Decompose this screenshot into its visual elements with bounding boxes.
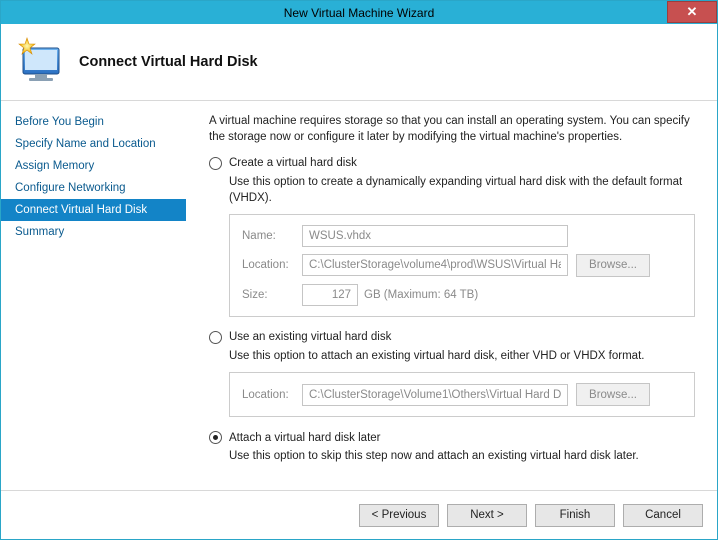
radio-attach-later[interactable] — [209, 431, 222, 444]
row-size: Size: GB (Maximum: 64 TB) — [242, 284, 682, 306]
option-attach-later-title: Attach a virtual hard disk later — [229, 432, 381, 444]
page-title: Connect Virtual Hard Disk — [79, 54, 258, 70]
option-create-vhd-title: Create a virtual hard disk — [229, 157, 357, 169]
sidebar-item-before-you-begin[interactable]: Before You Begin — [1, 111, 186, 133]
option-create-vhd-desc: Use this option to create a dynamically … — [229, 174, 695, 206]
radio-use-existing[interactable] — [209, 331, 222, 344]
option-use-existing-desc: Use this option to attach an existing vi… — [229, 348, 695, 364]
label-name: Name: — [242, 230, 302, 242]
option-use-existing-title: Use an existing virtual hard disk — [229, 331, 391, 343]
close-icon: ✕ — [687, 4, 698, 20]
option-attach-later-desc: Use this option to skip this step now an… — [229, 448, 695, 464]
label-size: Size: — [242, 289, 302, 301]
option-create-vhd-head[interactable]: Create a virtual hard disk — [209, 157, 695, 170]
radio-create-vhd[interactable] — [209, 157, 222, 170]
wizard-header: Connect Virtual Hard Disk — [1, 24, 717, 100]
sidebar-item-configure-networking[interactable]: Configure Networking — [1, 177, 186, 199]
content-panel: A virtual machine requires storage so th… — [187, 101, 717, 491]
size-suffix: GB (Maximum: 64 TB) — [364, 289, 478, 301]
option-attach-later-head[interactable]: Attach a virtual hard disk later — [209, 431, 695, 444]
window-title: New Virtual Machine Wizard — [284, 6, 435, 20]
input-vhd-location[interactable] — [302, 254, 568, 276]
input-vhd-size[interactable] — [302, 284, 358, 306]
option-attach-later: Attach a virtual hard disk later Use thi… — [209, 431, 695, 464]
input-vhd-name[interactable] — [302, 225, 568, 247]
option-use-existing-head[interactable]: Use an existing virtual hard disk — [209, 331, 695, 344]
browse-create-button[interactable]: Browse... — [576, 254, 650, 277]
finish-button[interactable]: Finish — [535, 504, 615, 527]
sidebar-item-assign-memory[interactable]: Assign Memory — [1, 155, 186, 177]
wizard-footer: < Previous Next > Finish Cancel — [1, 490, 717, 539]
next-button[interactable]: Next > — [447, 504, 527, 527]
existing-vhd-form: Location: Browse... — [229, 372, 695, 417]
create-vhd-form: Name: Location: Browse... Size: GB (Maxi… — [229, 214, 695, 317]
cancel-button[interactable]: Cancel — [623, 504, 703, 527]
wizard-body: Before You Begin Specify Name and Locati… — [1, 101, 717, 491]
row-location: Location: Browse... — [242, 254, 682, 277]
monitor-icon — [15, 36, 67, 88]
option-create-vhd: Create a virtual hard disk Use this opti… — [209, 157, 695, 317]
row-existing-location: Location: Browse... — [242, 383, 682, 406]
titlebar: New Virtual Machine Wizard ✕ — [1, 1, 717, 24]
row-name: Name: — [242, 225, 682, 247]
close-button[interactable]: ✕ — [667, 1, 717, 23]
label-location: Location: — [242, 259, 302, 271]
sidebar-item-summary[interactable]: Summary — [1, 221, 186, 243]
sidebar-item-connect-vhd[interactable]: Connect Virtual Hard Disk — [1, 199, 186, 221]
sidebar-item-specify-name[interactable]: Specify Name and Location — [1, 133, 186, 155]
intro-text: A virtual machine requires storage so th… — [209, 113, 695, 145]
label-existing-location: Location: — [242, 389, 302, 401]
browse-existing-button[interactable]: Browse... — [576, 383, 650, 406]
input-existing-location[interactable] — [302, 384, 568, 406]
sidebar: Before You Begin Specify Name and Locati… — [1, 101, 187, 491]
wizard-window: New Virtual Machine Wizard ✕ — [0, 0, 718, 540]
option-use-existing: Use an existing virtual hard disk Use th… — [209, 331, 695, 417]
previous-button[interactable]: < Previous — [359, 504, 439, 527]
